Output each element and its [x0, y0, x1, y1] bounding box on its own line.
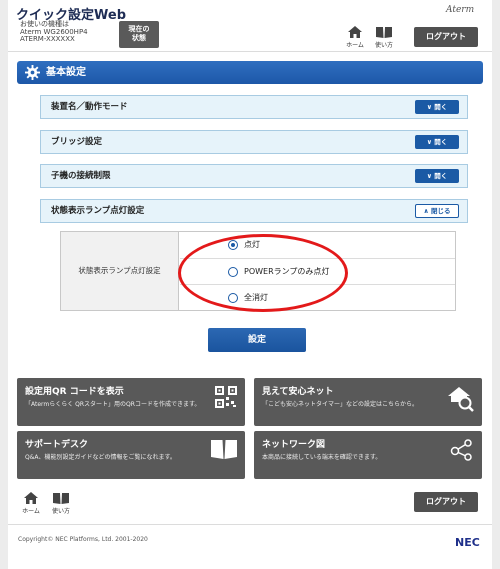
radio-button[interactable]: [228, 267, 238, 277]
accordion-client-limit[interactable]: 子機の接続制限 ∨ 開く: [40, 164, 468, 188]
home-search-icon: [448, 387, 474, 412]
accordion-lamp-setting[interactable]: 状態表示ランプ点灯設定 ∧ 閉じる: [40, 199, 468, 223]
radio-option-all-off[interactable]: 全消灯: [180, 284, 455, 310]
header-home-link[interactable]: ホーム: [342, 26, 368, 49]
chevron-up-icon: ∧: [423, 207, 429, 215]
home-icon: [348, 26, 362, 38]
book-icon: [376, 27, 392, 38]
accordion-label: 装置名／動作モード: [51, 102, 128, 112]
accordion-device-name[interactable]: 装置名／動作モード ∨ 開く: [40, 95, 468, 119]
tile-safe-net[interactable]: 見えて安心ネット 「こども安心ネットタイマー」などの設定はこちらから。: [254, 378, 482, 426]
tile-description: 本商品に接続している端末を確認できます。: [262, 454, 382, 461]
footer-home-link[interactable]: ホーム: [18, 492, 44, 515]
collapse-button[interactable]: ∧ 閉じる: [415, 204, 459, 218]
copyright: Copyright© NEC Platforms, Ltd. 2001-2020: [18, 536, 148, 543]
page: クイック設定Web お使いの機種は Aterm WG2600HP4 ATERM-…: [8, 0, 492, 569]
option-label: 全消灯: [244, 293, 268, 302]
current-state-label: 現在の: [128, 25, 150, 33]
footer-divider: [8, 524, 492, 525]
tile-title: サポートデスク: [25, 440, 89, 450]
section-title: 基本設定: [46, 67, 86, 78]
footer-logout-button[interactable]: ログアウト: [414, 492, 478, 512]
nec-logo: NEC: [455, 536, 480, 549]
chevron-down-icon: ∨: [426, 172, 432, 180]
header-help-link[interactable]: 使い方: [371, 26, 397, 49]
button-label: 開く: [434, 172, 448, 180]
expand-button[interactable]: ∨ 開く: [415, 135, 459, 149]
tile-title: 設定用QR コードを表示: [25, 387, 124, 397]
radio-button[interactable]: [228, 293, 238, 303]
tile-network-map[interactable]: ネットワーク図 本商品に接続している端末を確認できます。: [254, 431, 482, 479]
book-icon: [211, 440, 237, 459]
tile-qr-code[interactable]: 設定用QR コードを表示 「Atermらくらく QRスタート」用のQRコードを作…: [17, 378, 245, 426]
logout-button[interactable]: ログアウト: [414, 27, 478, 47]
gear-icon: [25, 65, 40, 80]
aterm-logo: Aterm: [446, 5, 475, 15]
accordion-label: 子機の接続制限: [51, 171, 111, 181]
radio-option-power-only[interactable]: POWERランプのみ点灯: [180, 258, 455, 284]
button-label: 開く: [434, 138, 448, 146]
home-icon: [24, 492, 38, 504]
section-header: 基本設定: [17, 61, 483, 84]
radio-option-on[interactable]: 点灯: [180, 232, 455, 258]
chevron-down-icon: ∨: [426, 138, 432, 146]
lamp-setting-label: 状態表示ランプ点灯設定: [61, 232, 179, 310]
home-label: ホーム: [346, 42, 364, 49]
accordion-label: 状態表示ランプ点灯設定: [51, 206, 145, 216]
option-label: 点灯: [244, 240, 260, 249]
help-label: 使い方: [374, 42, 393, 49]
button-label: 閉じる: [431, 207, 451, 215]
home-label: ホーム: [22, 508, 40, 515]
expand-button[interactable]: ∨ 開く: [415, 169, 459, 183]
tile-description: 「Atermらくらく QRスタート」用のQRコードを作成できます。: [25, 401, 201, 408]
model-info: お使いの機種は Aterm WG2600HP4 ATERM-XXXXXX: [20, 20, 88, 44]
book-icon: [53, 493, 69, 504]
current-state-label: 状態: [132, 34, 146, 42]
accordion-bridge[interactable]: ブリッジ設定 ∨ 開く: [40, 130, 468, 154]
tile-title: 見えて安心ネット: [262, 387, 334, 397]
lamp-setting-table: 状態表示ランプ点灯設定 点灯 POWERランプのみ点灯 全消灯: [60, 231, 456, 311]
tile-title: ネットワーク図: [262, 440, 326, 450]
submit-button[interactable]: 設定: [208, 328, 306, 352]
qr-code-icon: [215, 386, 237, 408]
accordion-label: ブリッジ設定: [51, 137, 103, 147]
expand-button[interactable]: ∨ 開く: [415, 100, 459, 114]
option-label: POWERランプのみ点灯: [244, 267, 330, 276]
tile-support-desk[interactable]: サポートデスク Q&A、機能別設定ガイドなどの情報をご覧になれます。: [17, 431, 245, 479]
footer-help-link[interactable]: 使い方: [48, 492, 74, 515]
current-state-button[interactable]: 現在の 状態: [119, 21, 159, 48]
network-icon: [450, 439, 472, 461]
header: クイック設定Web お使いの機種は Aterm WG2600HP4 ATERM-…: [8, 0, 492, 52]
tile-description: 「こども安心ネットタイマー」などの設定はこちらから。: [262, 401, 419, 408]
chevron-down-icon: ∨: [426, 103, 432, 111]
button-label: 開く: [434, 103, 448, 111]
help-label: 使い方: [51, 508, 70, 515]
model-line: ATERM-XXXXXX: [20, 35, 75, 43]
radio-button-selected[interactable]: [228, 240, 238, 250]
tile-description: Q&A、機能別設定ガイドなどの情報をご覧になれます。: [25, 454, 176, 461]
